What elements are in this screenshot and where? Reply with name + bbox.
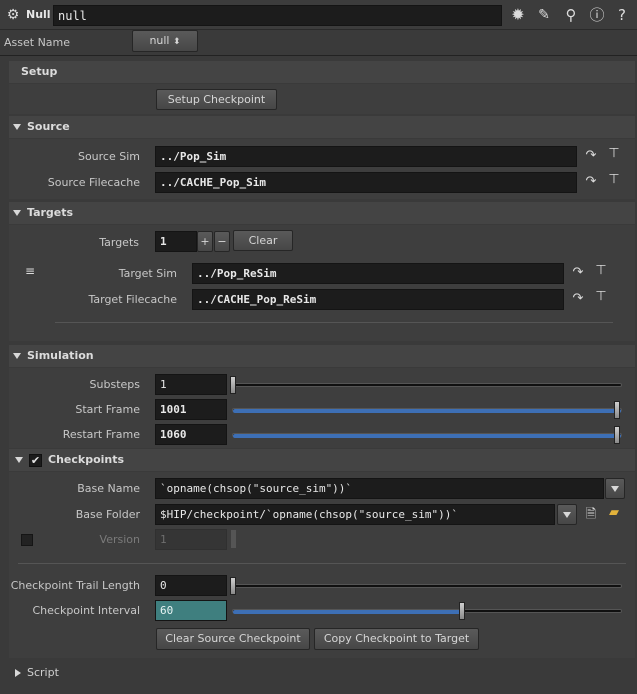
jump-arrow-icon[interactable]: ↷ (583, 174, 599, 189)
target-filecache-label: Target Filecache (88, 293, 177, 306)
source-filecache-field[interactable]: ../CACHE_Pop_Sim (155, 172, 577, 193)
base-name-label: Base Name (77, 482, 140, 495)
trail-length-field[interactable]: 0 (155, 575, 227, 596)
node-type-label: Null (26, 8, 51, 21)
collapse-triangle-icon (13, 210, 21, 216)
collapse-triangle-icon (13, 353, 21, 359)
jump-arrow-icon[interactable]: ↷ (583, 148, 599, 163)
asset-name-value: null (149, 34, 170, 47)
add-target-button[interactable]: + (197, 231, 213, 252)
base-folder-menu-button[interactable] (557, 504, 577, 525)
brush-icon[interactable]: ✎ (534, 5, 554, 25)
substeps-field[interactable]: 1 (155, 374, 227, 395)
source-section-header[interactable]: Source (9, 116, 635, 138)
targets-count-field[interactable]: 1 (155, 231, 197, 252)
target-sim-field[interactable]: ../Pop_ReSim (192, 263, 564, 284)
base-name-field[interactable]: `opname(chsop("source_sim"))` (155, 478, 604, 499)
restart-frame-slider[interactable] (230, 425, 626, 445)
jump-arrow-icon[interactable]: ↷ (570, 265, 586, 280)
start-frame-label: Start Frame (75, 403, 140, 416)
file-chooser-icon[interactable]: 🗎 (583, 505, 599, 527)
slider-track (232, 584, 622, 588)
slider-track (232, 383, 622, 387)
copy-checkpoint-button[interactable]: Copy Checkpoint to Target (314, 628, 479, 650)
setup-section-header: Setup (9, 61, 635, 83)
interval-slider[interactable] (230, 601, 626, 621)
info-icon[interactable]: ⓘ (588, 5, 606, 25)
jump-arrow-icon[interactable]: ↷ (570, 291, 586, 306)
simulation-title: Simulation (27, 349, 94, 362)
trail-length-label: Checkpoint Trail Length (10, 579, 140, 592)
base-name-menu-button[interactable] (605, 478, 625, 499)
slider-handle[interactable] (614, 401, 620, 419)
script-section-header[interactable]: Script (9, 662, 635, 684)
interval-field[interactable]: 60 (155, 600, 227, 621)
targets-title: Targets (27, 206, 74, 219)
expand-triangle-icon (15, 669, 21, 677)
version-label: Version (99, 533, 140, 546)
start-frame-field[interactable]: 1001 (155, 399, 227, 420)
asset-name-label: Asset Name (4, 36, 71, 49)
targets-divider (55, 322, 613, 323)
slider-handle[interactable] (230, 376, 236, 394)
script-title: Script (27, 666, 59, 679)
checkpoints-divider (18, 563, 626, 564)
checkpoints-title: Checkpoints (48, 453, 125, 466)
help-icon[interactable]: ? (613, 5, 631, 25)
slider-handle[interactable] (230, 577, 236, 595)
drag-handle-icon[interactable]: ≡ (22, 264, 38, 278)
target-filecache-field[interactable]: ../CACHE_Pop_ReSim (192, 289, 564, 310)
slider-fill (233, 610, 462, 614)
clear-targets-button[interactable]: Clear (233, 230, 293, 251)
version-toggle-checkbox[interactable] (21, 534, 33, 546)
folder-icon[interactable]: ▰ (604, 505, 624, 520)
chevron-down-icon (563, 512, 571, 518)
start-frame-slider[interactable] (230, 400, 626, 420)
version-field: 1 (155, 529, 227, 550)
source-title: Source (27, 120, 70, 133)
source-sim-label: Source Sim (77, 150, 140, 163)
node-chooser-icon[interactable]: ⊤ (604, 172, 624, 187)
substeps-slider[interactable] (230, 375, 626, 395)
search-icon[interactable]: ⚲ (562, 5, 580, 25)
node-chooser-icon[interactable]: ⊤ (591, 289, 611, 304)
node-chooser-icon[interactable]: ⊤ (591, 263, 611, 278)
setup-checkpoint-button[interactable]: Setup Checkpoint (156, 89, 277, 110)
simulation-section-header[interactable]: Simulation (9, 345, 635, 367)
checkpoints-enable-checkbox[interactable]: ✔ (29, 453, 42, 467)
collapse-triangle-icon (15, 457, 23, 463)
asset-name-dropdown[interactable]: null ⬍ (132, 30, 198, 52)
gear-node-icon[interactable]: ⚙ (5, 7, 21, 23)
chevron-down-icon (611, 486, 619, 492)
targets-count-label: Targets (99, 236, 139, 249)
trail-length-slider[interactable] (230, 576, 626, 596)
slider-handle[interactable] (459, 602, 465, 620)
header-divider (0, 55, 637, 56)
clear-source-checkpoint-button[interactable]: Clear Source Checkpoint (156, 628, 310, 650)
restart-frame-label: Restart Frame (62, 428, 140, 441)
node-name-field[interactable]: null (53, 5, 502, 26)
slider-fill (233, 434, 621, 438)
source-filecache-label: Source Filecache (47, 176, 140, 189)
checkpoints-section-header[interactable]: ✔ Checkpoints (9, 449, 635, 471)
slider-fill (233, 409, 621, 413)
setup-panel (9, 84, 635, 114)
version-slider-handle (231, 530, 236, 548)
interval-label: Checkpoint Interval (32, 604, 140, 617)
remove-target-button[interactable]: − (214, 231, 230, 252)
base-folder-field[interactable]: $HIP/checkpoint/`opname(chsop("source_si… (155, 504, 555, 525)
collapse-triangle-icon (13, 124, 21, 130)
restart-frame-field[interactable]: 1060 (155, 424, 227, 445)
slider-handle[interactable] (614, 426, 620, 444)
node-chooser-icon[interactable]: ⊤ (604, 146, 624, 161)
base-folder-label: Base Folder (75, 508, 140, 521)
setup-title: Setup (21, 65, 58, 78)
substeps-label: Substeps (89, 378, 140, 391)
target-sim-label: Target Sim (118, 267, 177, 280)
updown-icon: ⬍ (173, 37, 181, 47)
gear-icon[interactable]: ✹ (508, 5, 528, 25)
source-sim-field[interactable]: ../Pop_Sim (155, 146, 577, 167)
targets-section-header[interactable]: Targets (9, 202, 635, 224)
